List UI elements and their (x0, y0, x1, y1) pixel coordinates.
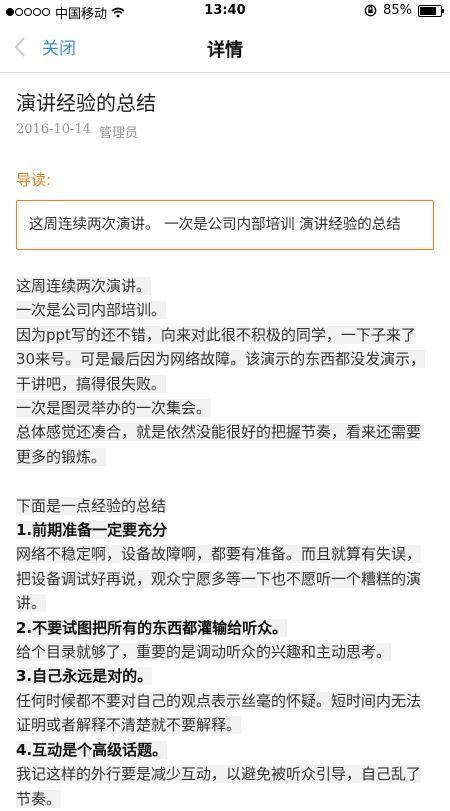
body-paragraph: 任何时候都不要对自己的观点表示丝毫的怀疑。短时间内无法证明或者解释不清楚就不要解… (16, 689, 434, 738)
article-author: 管理员 (98, 126, 138, 141)
body-text-span: 任何时候都不要对自己的观点表示丝毫的怀疑。短时间内无法证明或者解释不清楚就不要解… (16, 691, 422, 735)
section-heading: 3.自己永远是对的。 (16, 664, 434, 688)
page-title: 详情 (207, 40, 243, 61)
body-text-span: 4.互动是个高级话题。 (16, 740, 168, 759)
body-text-span: 2.不要试图把所有的东西都灌输给听众。 (16, 618, 288, 637)
battery-percent: 85% (383, 3, 412, 18)
section-heading: 1.前期准备一定要充分 (16, 518, 434, 542)
body-paragraph: 一次是公司内部培训。 (16, 298, 434, 322)
body-text-span: 一次是图灵举办的一次集会。 (16, 399, 212, 418)
body-text-span: 总体感觉还凑合，就是依然没能很好的把握节奏，看来还需要更多的锻炼。 (16, 423, 422, 466)
section-heading: 2.不要试图把所有的东西都灌输给听众。 (16, 616, 434, 640)
body-text-span: 这周连续两次演讲。 (16, 277, 152, 295)
body-paragraph: 一次是图灵举办的一次集会。 (16, 396, 434, 420)
status-right: 85% (364, 3, 444, 18)
status-bar: 中国移动 13:40 85% (0, 0, 450, 22)
article-meta: 2016-10-14 管理员 (16, 122, 434, 141)
nav-bar: 关闭 详情 (0, 22, 450, 73)
guide-text: 这周连续两次演讲。 一次是公司内部培训 演讲经验的总结 (29, 217, 401, 233)
body-paragraph: 给个目录就够了，重要的是调动听众的兴趣和主动思考。 (16, 640, 434, 664)
body-text-span: 下面是一点经验的总结 (16, 496, 167, 515)
body-paragraph: 因为ppt写的还不错，向来对此很不积极的同学，一下子来了30来号。可是最后因为网… (16, 323, 434, 396)
body-paragraph: 我记这样的外行要是减少互动，以避免被听众引导，自己乱了节奏。 (16, 762, 434, 811)
body-text-span: 因为ppt写的还不错，向来对此很不积极的同学，一下子来了30来号。可是最后因为网… (16, 325, 426, 393)
article-body: 这周连续两次演讲。 一次是公司内部培训。因为ppt写的还不错，向来对此很不积极的同… (16, 274, 434, 811)
body-paragraph: 这周连续两次演讲。 (16, 274, 434, 298)
body-paragraph: 总体感觉还凑合，就是依然没能很好的把握节奏，看来还需要更多的锻炼。 (16, 420, 434, 469)
section-heading: 4.互动是个高级话题。 (16, 738, 434, 762)
body-text-span: 3.自己永远是对的。 (16, 667, 153, 686)
article-date: 2016-10-14 (16, 122, 91, 137)
body-paragraph: 网络不稳定啊，设备故障啊，都要有准备。而且就算有失误，把设备调试好再说，观众宁愿… (16, 542, 434, 615)
guide-box: 这周连续两次演讲。 一次是公司内部培训 演讲经验的总结 (16, 200, 434, 250)
rotation-lock-icon (364, 4, 377, 17)
article-title: 演讲经验的总结 (16, 91, 156, 115)
body-text-span: 我记这样的外行要是减少互动，以避免被听众引导，自己乱了节奏。 (16, 765, 422, 808)
body-paragraph: 下面是一点经验的总结 (16, 494, 434, 518)
body-text-span: 给个目录就够了，重要的是调动听众的兴趣和主动思考。 (16, 643, 392, 662)
article-content: 演讲经验的总结 2016-10-14 管理员 导读: 这周连续两次演讲。 一次是… (0, 87, 450, 811)
body-text-span: 网络不稳定啊，设备故障啊，都要有准备。而且就算有失误，把设备调试好再说，观众宁愿… (16, 545, 422, 613)
body-text-span: 1.前期准备一定要充分 (16, 521, 168, 540)
body-text-span: 一次是公司内部培训。 (16, 301, 167, 320)
guide-label: 导读: (16, 171, 52, 189)
battery-icon (418, 4, 444, 17)
